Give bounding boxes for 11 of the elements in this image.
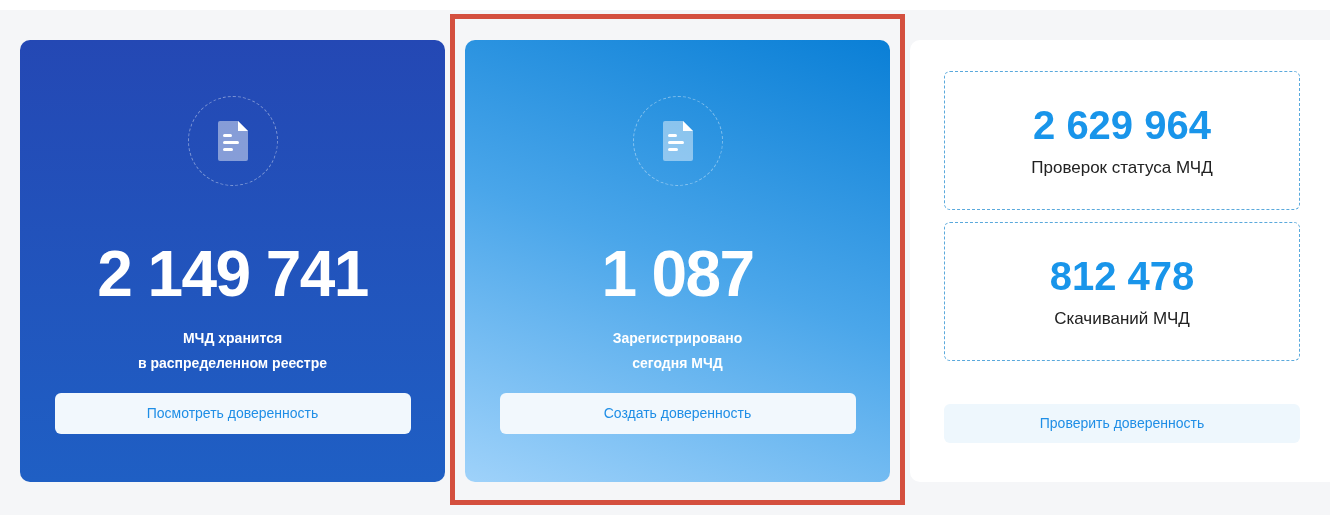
stat-caption: МЧД хранится в распределенном реестре [138, 329, 327, 373]
stat-label: Проверок статуса МЧД [1031, 156, 1213, 179]
stat-label: Скачиваний МЧД [1054, 307, 1190, 330]
action-button[interactable]: Создать доверенность [499, 393, 856, 434]
stat-caption: Зарегистрировано сегодня МЧД [612, 329, 743, 373]
stat-value: 1 087 [601, 237, 754, 312]
action-button[interactable]: Посмотреть доверенность [54, 393, 411, 434]
stat-value: 812 478 [1049, 252, 1195, 300]
stat-value: 2 149 741 [97, 237, 368, 312]
action-button[interactable]: Проверить доверенность [944, 404, 1300, 443]
stat-value: 2 629 964 [1033, 101, 1211, 149]
